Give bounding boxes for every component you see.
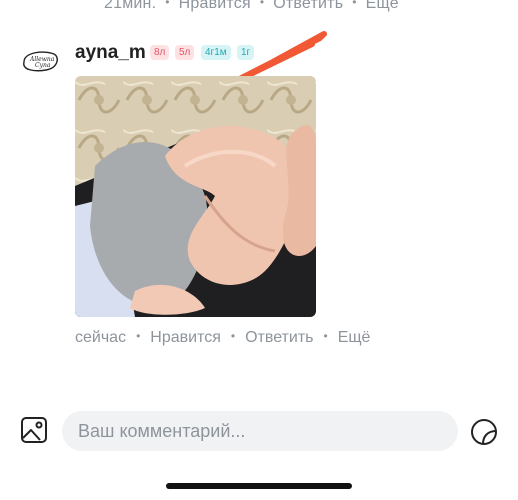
child-age-badge: 5л — [175, 45, 195, 60]
sticker-icon[interactable] — [470, 418, 498, 446]
like-button[interactable]: Нравится — [150, 329, 221, 347]
avatar-text-line2: Cyna — [35, 62, 51, 69]
baby-photo-image — [75, 76, 316, 317]
separator-dot: • — [165, 0, 170, 9]
separator-dot: • — [259, 0, 265, 9]
separator-dot: • — [230, 329, 236, 343]
comment-username[interactable]: ayna_m — [75, 42, 146, 64]
comment-input[interactable] — [62, 411, 458, 451]
avatar[interactable]: Allewna Cyna — [20, 48, 62, 74]
svg-text:Cyna: Cyna — [35, 62, 51, 69]
separator-dot: • — [352, 0, 357, 9]
separator-dot: • — [323, 329, 328, 343]
child-age-badge: 8л — [150, 45, 170, 60]
previous-comment-time: 21мин. — [104, 0, 157, 12]
reply-button[interactable]: Ответить — [245, 329, 313, 347]
separator-dot: • — [136, 329, 141, 343]
comment-actions: сейчас • Нравится • Ответить • Ещё — [75, 329, 370, 347]
comment-photo[interactable] — [75, 76, 316, 317]
previous-comment-reply-button[interactable]: Ответить — [273, 0, 343, 13]
image-icon[interactable] — [20, 416, 48, 444]
previous-comment-like-button[interactable]: Нравится — [179, 0, 251, 13]
child-age-badge: 1г — [237, 45, 255, 60]
home-indicator — [166, 483, 352, 489]
more-button[interactable]: Ещё — [338, 329, 371, 347]
previous-comment-more-button[interactable]: Еще — [366, 0, 399, 13]
previous-comment-actions: 21мин. • Нравится • Ответить • Еще — [104, 0, 399, 13]
comment-time: сейчас — [75, 329, 127, 346]
child-age-badge: 4г1м — [201, 45, 231, 60]
